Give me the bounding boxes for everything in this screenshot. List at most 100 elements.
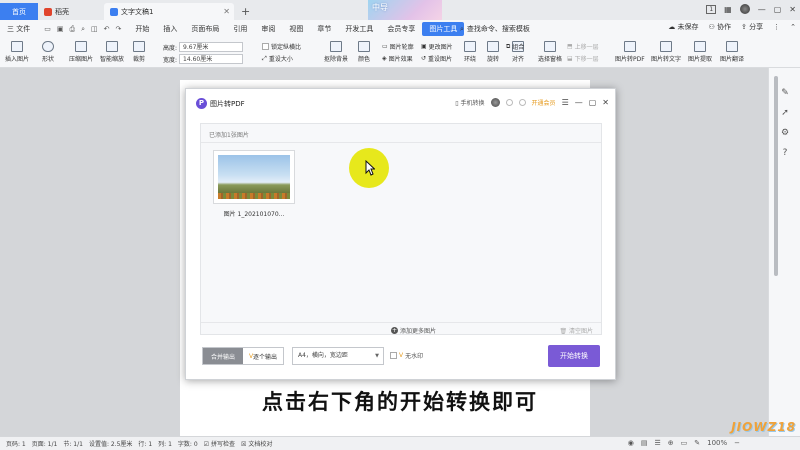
menu-reference[interactable]: 引用	[226, 22, 254, 36]
minimize-icon[interactable]: —	[758, 5, 766, 14]
extract-button[interactable]: 图片提取	[688, 41, 712, 63]
watermark-check	[390, 352, 397, 359]
command-search[interactable]: ⌕ 查找命令、搜索模板	[460, 23, 542, 35]
page-view-icon[interactable]: ▤	[641, 439, 648, 447]
vertical-scrollbar[interactable]	[774, 76, 778, 276]
clear-images-button[interactable]: 🗑 清空图片	[559, 326, 593, 335]
width-label: 宽度:	[163, 56, 178, 64]
zoom-level[interactable]: 100%	[707, 439, 727, 447]
wrap-button[interactable]: 环绕	[464, 41, 476, 63]
shape-button[interactable]: 形状	[42, 41, 54, 63]
collab-button[interactable]: ⚇ 协作	[709, 22, 732, 32]
unsaved-button[interactable]: ☁ 未保存	[668, 22, 698, 32]
avatar[interactable]	[739, 4, 750, 14]
picture-tools-ribbon: 插入图片 形状 压缩图片 智能缩放 裁剪 高度: 9.67厘米 宽度: 14.6…	[0, 38, 800, 68]
effect-button[interactable]: ◈ 图片效果	[382, 54, 413, 63]
outline-view-icon[interactable]: ☰	[654, 439, 660, 447]
phone-icon: ▯	[455, 100, 459, 107]
phone-convert-button[interactable]: ▯ 手机转换	[455, 98, 484, 107]
print-icon[interactable]: ⎙	[69, 25, 75, 34]
remove-bg-button[interactable]: 抠除背景	[324, 41, 348, 63]
rotate-button[interactable]: 旋转	[487, 41, 499, 63]
down-layer-button[interactable]: ⬓ 下移一层	[567, 54, 599, 63]
page-setting-select[interactable]: A4，横向，宽边距 ▼	[292, 347, 384, 365]
compress-button[interactable]: 压缩图片	[69, 41, 93, 63]
menu-vip[interactable]: 会员专享	[380, 22, 422, 36]
undo-icon[interactable]: ↶	[104, 25, 110, 33]
spell-check-button[interactable]: ☑ 拼写检查	[204, 439, 235, 448]
collapse-ribbon-icon[interactable]: ⌃	[790, 23, 796, 31]
tab-document[interactable]: 文字文稿1 ✕	[104, 3, 234, 20]
image-thumbnail-card[interactable]	[213, 150, 295, 204]
outline-button[interactable]: ▭ 图片轮廓	[382, 42, 414, 51]
dialog-close-icon[interactable]: ✕	[602, 98, 609, 107]
pen-mode-icon[interactable]: ✎	[694, 439, 700, 447]
lock-ratio-checkbox[interactable]: 锁定纵横比	[262, 42, 301, 51]
text-icon	[660, 41, 672, 52]
landscape-thumbnail	[218, 155, 290, 199]
menu-developer[interactable]: 开发工具	[338, 22, 380, 36]
menu-home[interactable]: 开始	[128, 22, 156, 36]
menu-icon[interactable]: ☰	[562, 98, 569, 107]
pen-icon[interactable]: ✎	[780, 88, 790, 98]
menu-section[interactable]: 章节	[310, 22, 338, 36]
add-more-images-button[interactable]: + 添加更多图片	[391, 326, 436, 335]
close-window-icon[interactable]: ✕	[789, 5, 796, 14]
share-button[interactable]: ⇪ 分享	[741, 22, 763, 32]
menu-review[interactable]: 审阅	[254, 22, 282, 36]
menu-picture-tools[interactable]: 图片工具	[422, 22, 465, 36]
start-convert-button[interactable]: 开始转换	[548, 345, 600, 367]
zoom-out-icon[interactable]: −	[734, 439, 740, 447]
save-icon[interactable]: ▣	[57, 25, 64, 33]
eye-icon[interactable]: ◉	[628, 439, 634, 447]
folder-icon[interactable]: ▭	[44, 25, 51, 33]
insert-picture-button[interactable]: 插入图片	[5, 41, 29, 63]
crop-button[interactable]: 裁剪	[133, 41, 145, 63]
web-view-icon[interactable]: ⊕	[668, 439, 674, 447]
no-watermark-checkbox[interactable]: V 无水印	[390, 351, 423, 360]
color-button[interactable]: 颜色	[358, 41, 370, 63]
reset-picture-button[interactable]: ↺ 重设图片	[421, 54, 452, 63]
format-icon[interactable]: ◫	[91, 25, 98, 33]
preview-icon[interactable]: ⌕	[81, 25, 85, 34]
select-pane-button[interactable]: 选择窗格	[538, 41, 562, 63]
height-field: 高度: 9.67厘米	[163, 42, 244, 52]
redo-icon[interactable]: ↷	[116, 25, 122, 33]
more-icon[interactable]: ⋮	[773, 23, 780, 31]
change-picture-button[interactable]: ▣ 更改图片	[421, 42, 453, 51]
menu-insert[interactable]: 插入	[156, 22, 184, 36]
smart-zoom-button[interactable]: 智能缩放	[100, 41, 124, 63]
to-text-button[interactable]: 图片转文字	[651, 41, 681, 63]
width-input[interactable]: 14.60厘米	[179, 54, 244, 64]
menu-layout[interactable]: 页面布局	[184, 22, 226, 36]
dialog-maximize-icon[interactable]: ▢	[589, 98, 597, 107]
menu-file[interactable]: 三 文件	[0, 22, 37, 36]
new-tab-button[interactable]: +	[241, 3, 253, 20]
group-button[interactable]: ⧉ 组合	[506, 42, 524, 52]
vip-button[interactable]: 开通会员	[532, 98, 556, 107]
up-layer-button[interactable]: ⬒ 上移一层	[567, 42, 599, 51]
window-count-badge[interactable]: 1	[706, 4, 717, 14]
grid-icon[interactable]: ▦	[724, 5, 732, 14]
merge-output-option[interactable]: 合并输出	[203, 348, 243, 364]
tab-docer[interactable]: 稻壳	[38, 3, 102, 20]
wrap-label: 环绕	[464, 56, 477, 63]
to-pdf-button[interactable]: 图片转PDF	[615, 41, 645, 63]
reset-size-button[interactable]: ⤢ 重设大小	[262, 54, 293, 64]
proofread-button[interactable]: ☒ 文档校对	[241, 439, 272, 448]
adjust-icon[interactable]: ⚙	[780, 128, 790, 138]
status-word-count[interactable]: 字数: 0	[178, 439, 198, 448]
select-icon[interactable]: ➚	[780, 108, 790, 118]
read-view-icon[interactable]: ▭	[681, 439, 688, 447]
height-input[interactable]: 9.67厘米	[179, 42, 244, 52]
close-icon[interactable]: ✕	[223, 7, 230, 16]
maximize-icon[interactable]: ▢	[774, 5, 782, 14]
menu-view[interactable]: 视图	[282, 22, 310, 36]
help-icon[interactable]: ?	[780, 148, 790, 158]
each-output-option[interactable]: V 逐个输出	[243, 348, 283, 364]
tab-home[interactable]: 首页	[0, 3, 38, 20]
translate-button[interactable]: 图片翻译	[720, 41, 744, 63]
dialog-minimize-icon[interactable]: —	[575, 98, 583, 107]
user-avatar[interactable]	[490, 98, 500, 107]
add-more-label: 添加更多图片	[400, 328, 437, 335]
